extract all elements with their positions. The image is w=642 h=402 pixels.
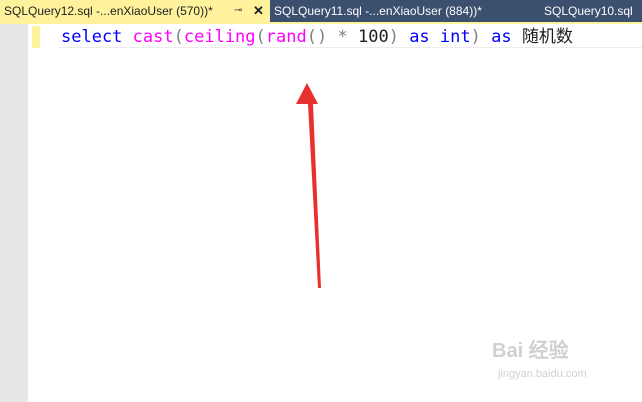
watermark-url: jingyan.baidu.com: [498, 368, 587, 380]
baidu-watermark: Bai 经验 jingyan.baidu.com: [492, 334, 622, 390]
watermark-logo: Bai 经验: [492, 340, 569, 362]
